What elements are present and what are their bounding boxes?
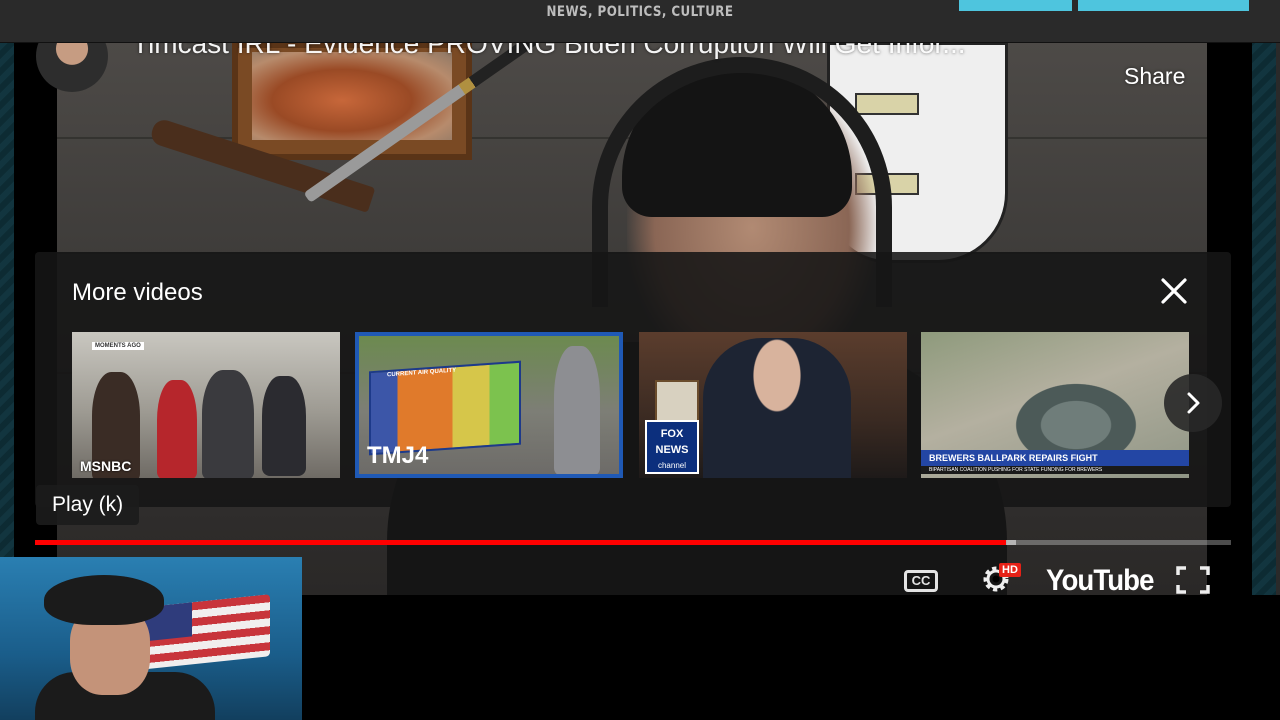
news-subheadline: BIPARTISAN COALITION PUSHING FOR STATE F… <box>921 466 1189 474</box>
suggested-video-thumbnail[interactable]: BREWERS BALLPARK REPAIRS FIGHT BIPARTISA… <box>921 332 1189 478</box>
network-logo: TMJ4 <box>367 442 429 469</box>
cowboy-hat <box>44 575 164 625</box>
streamer-webcam-overlay <box>0 557 302 720</box>
thumbnail-person <box>262 376 306 476</box>
next-suggestions-button[interactable] <box>1164 374 1222 432</box>
fox-news-logo: FOX NEWS channel <box>645 420 699 474</box>
progress-played <box>35 540 1007 545</box>
chevron-right-icon <box>1187 392 1200 414</box>
thumbnail-person <box>703 338 851 478</box>
more-videos-panel: More videos MOMENTS AGO MSNBC CURRENT AI… <box>35 252 1231 507</box>
youtube-logo[interactable]: YouTube <box>1046 564 1154 595</box>
site-header: NEWS, POLITICS, CULTURE <box>0 0 1280 43</box>
video-player[interactable]: Timcast IRL - Evidence PROVING Biden Cor… <box>14 42 1252 595</box>
video-title[interactable]: Timcast IRL - Evidence PROVING Biden Cor… <box>132 42 1132 68</box>
hd-badge: HD <box>999 563 1021 577</box>
more-videos-heading: More videos <box>72 279 203 306</box>
thumbnail-person <box>157 380 197 478</box>
suggested-video-thumbnail[interactable]: FOX NEWS channel <box>639 332 907 478</box>
close-icon[interactable] <box>1159 276 1189 306</box>
stadium-aerial <box>1006 377 1146 457</box>
suggested-video-thumbnail[interactable]: MOMENTS AGO MSNBC <box>72 332 340 478</box>
progress-bar[interactable] <box>35 540 1231 545</box>
news-headline: BREWERS BALLPARK REPAIRS FIGHT <box>929 453 1098 463</box>
thumbnail-tag: MOMENTS AGO <box>92 342 144 350</box>
news-lower-third: BREWERS BALLPARK REPAIRS FIGHT <box>921 450 1189 466</box>
thumbnail-person <box>202 370 254 478</box>
network-logo: FOX NEWS <box>655 428 689 456</box>
network-logo: MSNBC <box>80 458 132 474</box>
header-button-left[interactable] <box>959 0 1072 11</box>
page-scrollbar[interactable] <box>1276 42 1280 595</box>
captions-button[interactable]: CC <box>904 570 938 592</box>
header-button-right[interactable] <box>1078 0 1249 11</box>
suggested-video-thumbnail-selected[interactable]: CURRENT AIR QUALITY TMJ4 <box>355 332 623 478</box>
thumbnail-person <box>554 346 600 474</box>
play-tooltip: Play (k) <box>36 485 140 525</box>
network-sub-logo: channel <box>657 461 687 470</box>
fullscreen-icon[interactable] <box>1175 565 1211 595</box>
share-button[interactable]: Share <box>1124 63 1185 90</box>
